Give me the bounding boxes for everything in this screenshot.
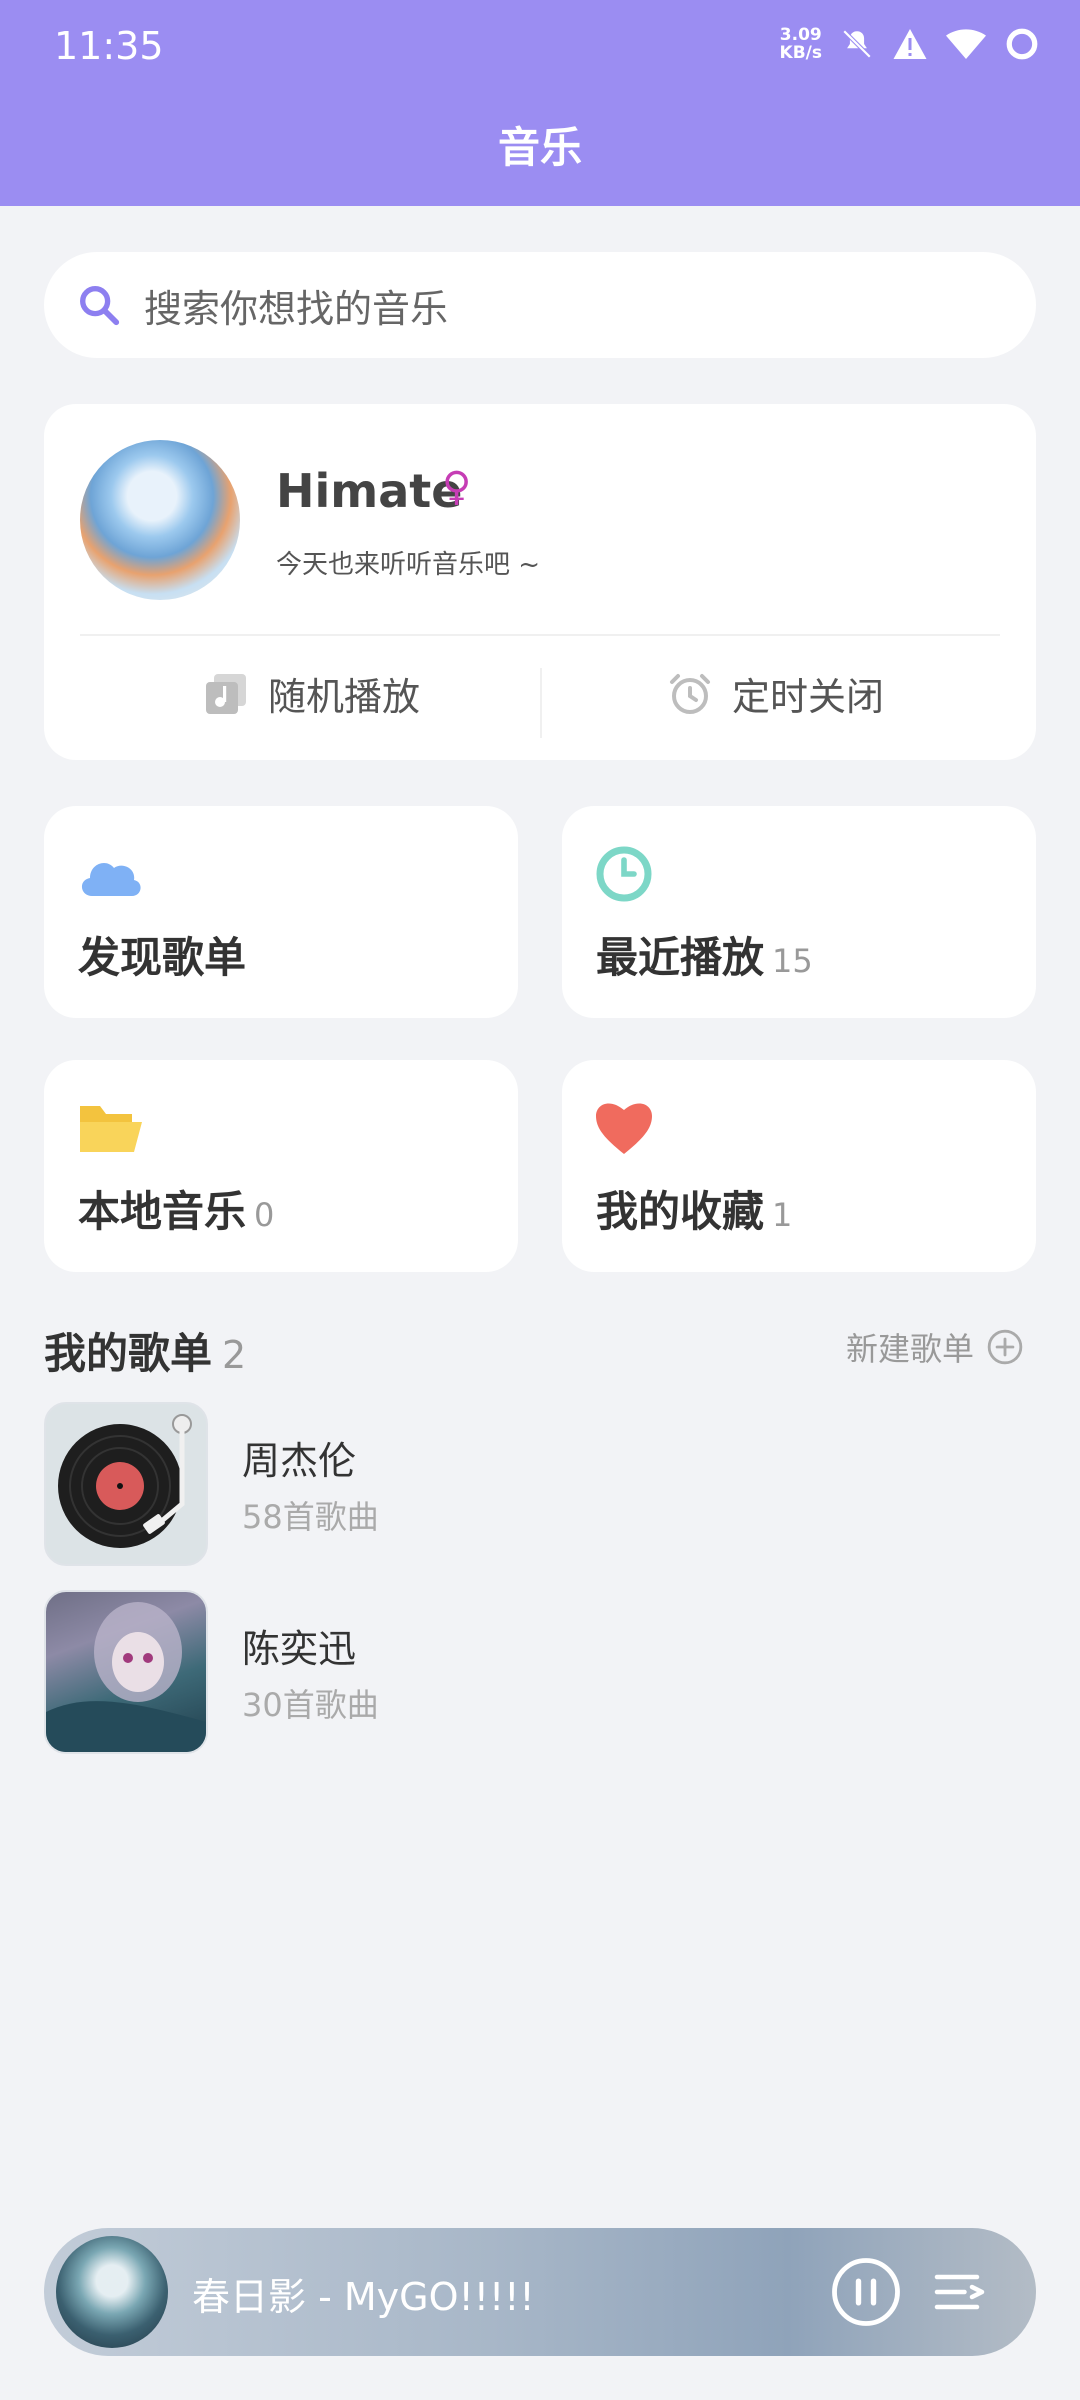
folder-icon (80, 1106, 142, 1152)
playlist-item[interactable]: 周杰伦 58首歌曲 (44, 1402, 1044, 1566)
tile-count: 0 (254, 1196, 275, 1234)
page-title: 音乐 (497, 123, 582, 172)
tile-count: 15 (772, 942, 813, 980)
avatar[interactable] (80, 440, 240, 600)
tile-count: 1 (772, 1196, 793, 1234)
playlist-song-count: 30首歌曲 (242, 1686, 379, 1724)
search-placeholder: 搜索你想找的音乐 (144, 286, 449, 331)
alarm-clock-icon (670, 673, 710, 714)
mute-bell-icon (842, 29, 872, 59)
playlist-cover (44, 1402, 208, 1566)
my-playlists-count: 2 (222, 1333, 247, 1377)
sleep-timer-button[interactable]: 定时关闭 (666, 666, 884, 721)
sleep-timer-label: 定时关闭 (732, 675, 885, 719)
cloud-icon (81, 863, 141, 896)
my-playlists-title: 我的歌单 2 (44, 1320, 246, 1381)
now-playing-title: 春日影 - MyGO!!!!! (192, 2275, 535, 2319)
tile-label: 发现歌单 (78, 933, 247, 982)
favorites-tile[interactable]: 我的收藏 1 (562, 1060, 1036, 1272)
profile-card[interactable]: Himate ♀ 今天也来听听音乐吧 ~ 随机播放 定时关闭 (44, 404, 1036, 760)
pause-icon[interactable] (830, 2256, 902, 2328)
tile-label: 本地音乐 (78, 1187, 247, 1236)
playlist-song-count: 58首歌曲 (242, 1498, 379, 1536)
shuffle-play-label: 随机播放 (268, 675, 421, 719)
shuffle-play-button[interactable]: 随机播放 (202, 666, 420, 721)
action-divider (540, 668, 542, 738)
profile-motto: 今天也来听听音乐吧 ~ (276, 550, 541, 580)
recent-plays-tile[interactable]: 最近播放 15 (562, 806, 1036, 1018)
battery-ring-icon (1006, 28, 1038, 60)
status-time: 11:35 (54, 24, 164, 68)
add-circle-icon (987, 1329, 1023, 1365)
search-icon (80, 286, 120, 326)
playlist-name: 周杰伦 (242, 1439, 357, 1483)
tile-label: 我的收藏 (596, 1187, 765, 1236)
search-bar[interactable]: 搜索你想找的音乐 (44, 252, 1036, 358)
heart-icon (596, 1103, 652, 1154)
playlist-name: 陈奕迅 (242, 1627, 357, 1671)
username: Himate (276, 464, 463, 518)
wifi-icon (946, 29, 986, 59)
mini-player[interactable]: 春日影 - MyGO!!!!! (44, 2228, 1036, 2356)
local-music-tile[interactable]: 本地音乐 0 (44, 1060, 518, 1272)
playlist-queue-icon[interactable] (932, 2262, 992, 2322)
vinyl-record-icon (58, 1414, 192, 1548)
playlist-cover (44, 1590, 208, 1754)
now-playing-cover[interactable] (56, 2236, 168, 2348)
alert-icon (893, 29, 927, 59)
clock-icon (596, 846, 652, 902)
my-playlists-label: 我的歌单 (44, 1329, 213, 1378)
network-speed: 3.09 KB/s (780, 26, 822, 62)
status-icons: 3.09 KB/s (780, 26, 1040, 62)
playlist-item[interactable]: 陈奕迅 30首歌曲 (44, 1590, 1044, 1754)
network-speed-value: 3.09 (779, 25, 822, 45)
tile-label: 最近播放 (596, 933, 765, 982)
top-app-bar: 11:35 3.09 KB/s 音乐 (0, 0, 1080, 206)
anime-art-image (46, 1602, 206, 1752)
female-gender-icon: ♀ (442, 464, 472, 510)
divider (80, 634, 1000, 636)
discover-playlists-tile[interactable]: 发现歌单 (44, 806, 518, 1018)
network-speed-unit: KB/s (779, 43, 822, 63)
shuffle-play-icon (206, 673, 246, 714)
new-playlist-button[interactable]: 新建歌单 (846, 1324, 1024, 1370)
new-playlist-label: 新建歌单 (845, 1330, 974, 1368)
